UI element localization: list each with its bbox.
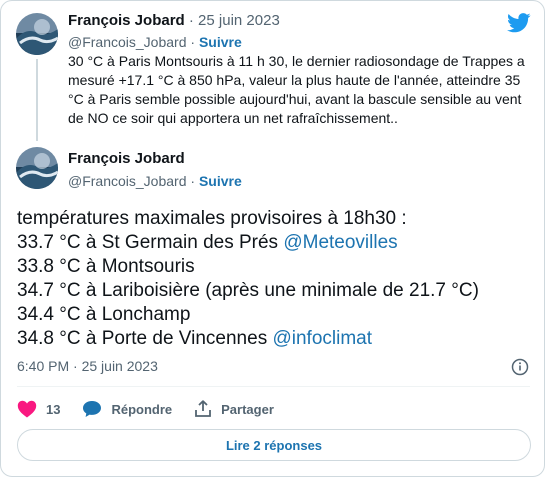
author-name[interactable]: François Jobard — [68, 12, 185, 29]
thread-connector-line — [36, 59, 38, 141]
reply-handle-row: @Francois_Jobard · Suivre — [68, 32, 242, 52]
follow-button[interactable]: Suivre — [199, 34, 242, 50]
speech-bubble-icon — [83, 401, 102, 417]
action-bar: 13 Répondre Partager — [17, 397, 296, 421]
mention-link[interactable]: @infoclimat — [272, 328, 372, 349]
reply-label: Répondre — [111, 401, 173, 417]
author-handle[interactable]: @Francois_Jobard — [68, 173, 187, 189]
tweet-line: 34.4 °C à Lonchamp — [17, 304, 191, 325]
tweet-embed-card: François Jobard · 25 juin 2023 @Francois… — [0, 0, 545, 477]
read-replies-button[interactable]: Lire 2 réponses — [17, 429, 531, 461]
share-label: Partager — [221, 401, 274, 417]
tweet-line: températures maximales provisoires à 18h… — [17, 208, 407, 229]
tweet-date[interactable]: 25 juin 2023 — [198, 12, 280, 29]
author-handle[interactable]: @Francois_Jobard — [68, 34, 187, 50]
tweet-line: 33.7 °C à St Germain des Prés @Meteovill… — [17, 232, 398, 253]
like-button[interactable]: 13 — [17, 400, 60, 418]
main-handle-row: @Francois_Jobard · Suivre — [68, 171, 242, 191]
share-icon — [195, 400, 212, 417]
separator-dot: · — [188, 12, 194, 29]
info-icon[interactable] — [511, 358, 529, 376]
avatar[interactable] — [16, 13, 58, 55]
reply-author-row: François Jobard · 25 juin 2023 — [68, 11, 280, 31]
twitter-bird-icon[interactable] — [507, 13, 531, 33]
tweet-line: 33.8 °C à Montsouris — [17, 256, 195, 277]
like-count: 13 — [46, 401, 61, 417]
main-author-row: François Jobard — [68, 149, 185, 169]
share-button[interactable]: Partager — [194, 400, 274, 418]
heart-icon — [17, 400, 37, 418]
mention-link[interactable]: @Meteovilles — [283, 232, 397, 253]
tweet-line: 34.8 °C à Porte de Vincennes @infoclimat — [17, 328, 373, 349]
avatar[interactable] — [16, 147, 58, 189]
main-tweet-text: températures maximales provisoires à 18h… — [17, 207, 532, 351]
separator-dot: · — [190, 173, 196, 189]
separator-dot: · — [190, 34, 196, 50]
tweet-timestamp[interactable]: 6:40 PM · 25 juin 2023 — [17, 358, 158, 374]
reply-button[interactable]: Répondre — [82, 400, 172, 418]
tweet-line: 34.7 °C à Lariboisière (après une minima… — [17, 280, 479, 301]
reply-tweet-text: 30 °C à Paris Montsouris à 11 h 30, le d… — [68, 53, 525, 126]
follow-button[interactable]: Suivre — [199, 173, 242, 189]
divider — [17, 386, 530, 387]
author-name[interactable]: François Jobard — [68, 150, 185, 167]
